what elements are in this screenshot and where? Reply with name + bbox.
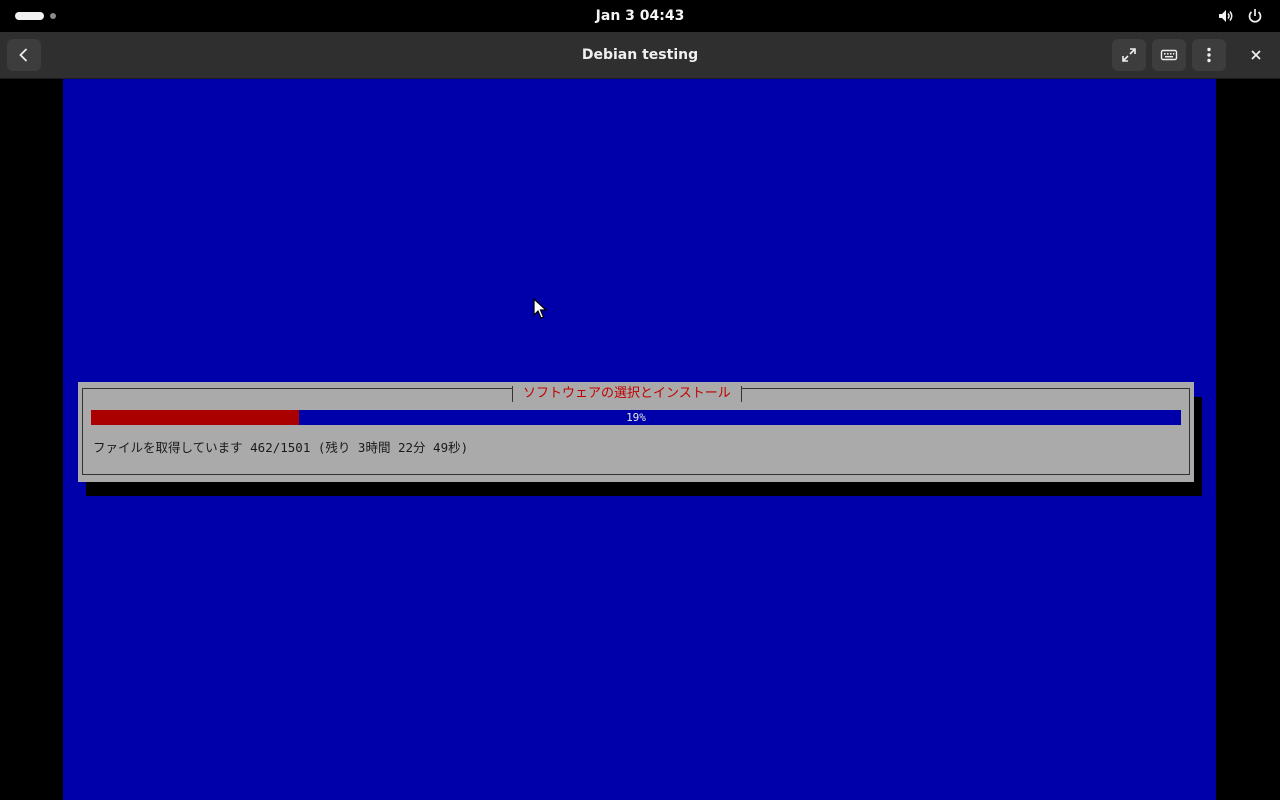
clock[interactable]: Jan 3 04:43 (540, 0, 740, 32)
mouse-cursor-icon (533, 298, 547, 319)
dialog-frame: ソフトウェアの選択とインストール (82, 386, 1190, 475)
vm-display[interactable]: ソフトウェアの選択とインストール 19% ファイルを取得しています 462/15… (63, 79, 1216, 800)
progress-percent-label: 19% (626, 411, 646, 424)
app-header-bar: Debian testing (0, 32, 1280, 79)
volume-icon[interactable] (1217, 7, 1235, 25)
dialog-title: ソフトウェアの選択とインストール (512, 386, 742, 402)
back-arrow-icon (19, 48, 28, 62)
close-icon (1251, 50, 1261, 60)
fullscreen-button[interactable] (1112, 39, 1146, 71)
kebab-menu-icon (1207, 47, 1211, 63)
fullscreen-icon (1122, 48, 1136, 62)
installer-dialog: ソフトウェアの選択とインストール 19% ファイルを取得しています 462/15… (78, 382, 1194, 482)
power-icon[interactable] (1246, 7, 1264, 25)
window-title: Debian testing (581, 47, 699, 63)
progress-bar: 19% (91, 410, 1181, 425)
keyboard-button[interactable] (1152, 39, 1186, 71)
workspace-indicator-dot[interactable] (50, 13, 56, 19)
system-top-bar: Jan 3 04:43 (0, 0, 1280, 32)
workspace-indicator-active[interactable] (15, 12, 44, 20)
menu-button[interactable] (1192, 39, 1226, 71)
close-button[interactable] (1244, 43, 1268, 67)
back-button[interactable] (7, 39, 41, 71)
keyboard-icon (1160, 49, 1178, 61)
download-status-text: ファイルを取得しています 462/1501 (残り 3時間 22分 49秒) (93, 440, 469, 455)
